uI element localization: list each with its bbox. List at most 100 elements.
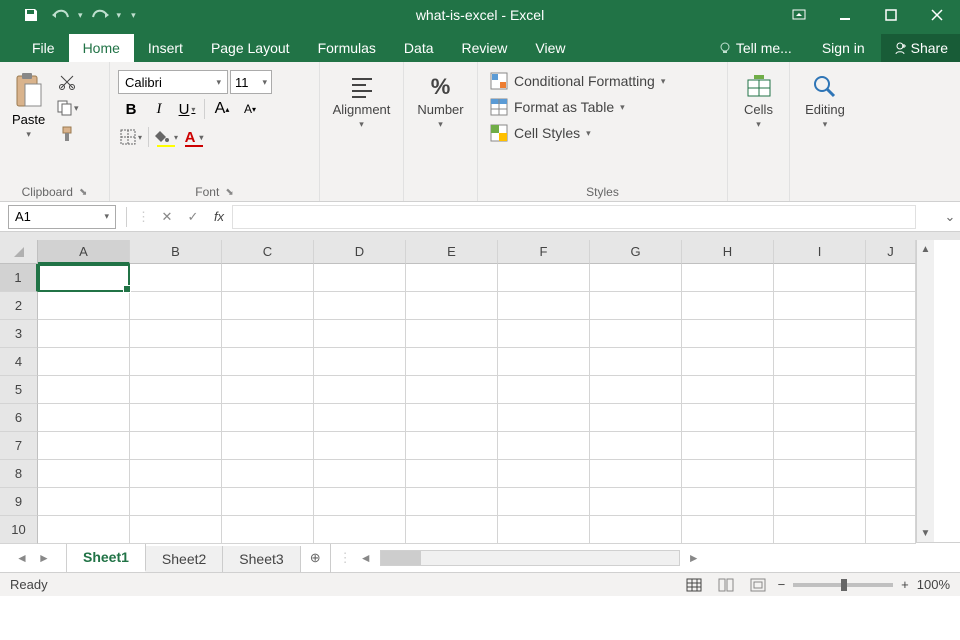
cell[interactable]: [590, 460, 682, 488]
cut-button[interactable]: [53, 70, 81, 94]
row-header[interactable]: 6: [0, 404, 38, 432]
cell[interactable]: [498, 264, 590, 292]
cell[interactable]: [774, 376, 866, 404]
cell[interactable]: [682, 516, 774, 544]
cell[interactable]: [38, 376, 130, 404]
formula-more-icon[interactable]: ⋮: [133, 209, 154, 225]
sign-in-button[interactable]: Sign in: [808, 34, 879, 62]
minimize-button[interactable]: [822, 0, 868, 30]
tab-file[interactable]: File: [18, 34, 69, 62]
cell[interactable]: [774, 404, 866, 432]
share-button[interactable]: Share: [881, 34, 960, 62]
borders-button[interactable]: ▾: [118, 124, 144, 150]
cell[interactable]: [406, 348, 498, 376]
column-header[interactable]: G: [590, 240, 682, 264]
cell[interactable]: [222, 460, 314, 488]
font-name-dropdown[interactable]: Calibri▾: [118, 70, 228, 94]
cell[interactable]: [130, 488, 222, 516]
close-button[interactable]: [914, 0, 960, 30]
cell[interactable]: [866, 348, 916, 376]
cell[interactable]: [314, 292, 406, 320]
cell[interactable]: [406, 376, 498, 404]
cell[interactable]: [590, 516, 682, 544]
page-break-view-icon[interactable]: [746, 575, 770, 595]
cell[interactable]: [590, 432, 682, 460]
row-header[interactable]: 9: [0, 488, 38, 516]
cell[interactable]: [130, 348, 222, 376]
column-header[interactable]: B: [130, 240, 222, 264]
undo-icon[interactable]: [48, 2, 74, 28]
cell[interactable]: [774, 264, 866, 292]
cell[interactable]: [590, 404, 682, 432]
cell[interactable]: [682, 488, 774, 516]
row-header[interactable]: 4: [0, 348, 38, 376]
tab-insert[interactable]: Insert: [134, 34, 197, 62]
cell[interactable]: [866, 404, 916, 432]
cell[interactable]: [498, 320, 590, 348]
cell[interactable]: [866, 488, 916, 516]
cell[interactable]: [498, 404, 590, 432]
row-header[interactable]: 5: [0, 376, 38, 404]
scroll-up-icon[interactable]: ▲: [917, 240, 934, 258]
tab-view[interactable]: View: [521, 34, 579, 62]
cell[interactable]: [222, 320, 314, 348]
column-header[interactable]: C: [222, 240, 314, 264]
cell[interactable]: [222, 292, 314, 320]
cell[interactable]: [314, 404, 406, 432]
column-header[interactable]: E: [406, 240, 498, 264]
cell[interactable]: [314, 488, 406, 516]
enter-formula-button[interactable]: ✓: [180, 205, 206, 229]
cell[interactable]: [222, 404, 314, 432]
formula-input[interactable]: [232, 205, 916, 229]
cell[interactable]: [314, 376, 406, 404]
cell[interactable]: [590, 348, 682, 376]
alignment-button[interactable]: Alignment ▾: [328, 70, 395, 134]
bold-button[interactable]: B: [118, 96, 144, 122]
cell[interactable]: [590, 292, 682, 320]
cell[interactable]: [314, 264, 406, 292]
cell[interactable]: [498, 432, 590, 460]
cell[interactable]: [38, 348, 130, 376]
cell[interactable]: [222, 488, 314, 516]
sheet-nav-next-icon[interactable]: ►: [34, 548, 54, 568]
cell[interactable]: [498, 488, 590, 516]
sheet-tab[interactable]: Sheet3: [223, 546, 300, 572]
cell[interactable]: [38, 432, 130, 460]
cell[interactable]: [498, 516, 590, 544]
undo-dropdown-icon[interactable]: ▾: [78, 10, 83, 21]
paste-button[interactable]: Paste ▾: [8, 70, 49, 142]
cell[interactable]: [866, 320, 916, 348]
tab-formulas[interactable]: Formulas: [304, 34, 390, 62]
cell[interactable]: [774, 516, 866, 544]
sheet-tab[interactable]: Sheet2: [146, 546, 223, 572]
cell[interactable]: [682, 264, 774, 292]
insert-function-button[interactable]: fx: [206, 205, 232, 229]
cell[interactable]: [682, 376, 774, 404]
editing-button[interactable]: Editing ▾: [795, 70, 855, 134]
font-launcher-icon[interactable]: ⬊: [225, 187, 233, 198]
cell[interactable]: [774, 488, 866, 516]
cell[interactable]: [866, 432, 916, 460]
row-header[interactable]: 10: [0, 516, 38, 544]
cells-button[interactable]: Cells ▾: [729, 70, 789, 134]
row-header[interactable]: 2: [0, 292, 38, 320]
cell[interactable]: [406, 264, 498, 292]
cell[interactable]: [406, 432, 498, 460]
grow-font-button[interactable]: A▴: [209, 96, 235, 122]
underline-button[interactable]: U▾: [174, 96, 200, 122]
cell[interactable]: [222, 348, 314, 376]
cell[interactable]: [314, 320, 406, 348]
tab-home[interactable]: Home: [69, 34, 134, 62]
cell[interactable]: [130, 516, 222, 544]
qat-customize-icon[interactable]: ▾: [131, 10, 136, 21]
copy-button[interactable]: ▾: [53, 96, 81, 120]
cell[interactable]: [590, 264, 682, 292]
cell[interactable]: [38, 264, 130, 292]
select-all-button[interactable]: [0, 240, 38, 264]
vertical-scrollbar[interactable]: ▲ ▼: [916, 240, 934, 542]
cell[interactable]: [130, 292, 222, 320]
cell[interactable]: [498, 292, 590, 320]
cell[interactable]: [406, 488, 498, 516]
column-header[interactable]: I: [774, 240, 866, 264]
cell[interactable]: [866, 292, 916, 320]
